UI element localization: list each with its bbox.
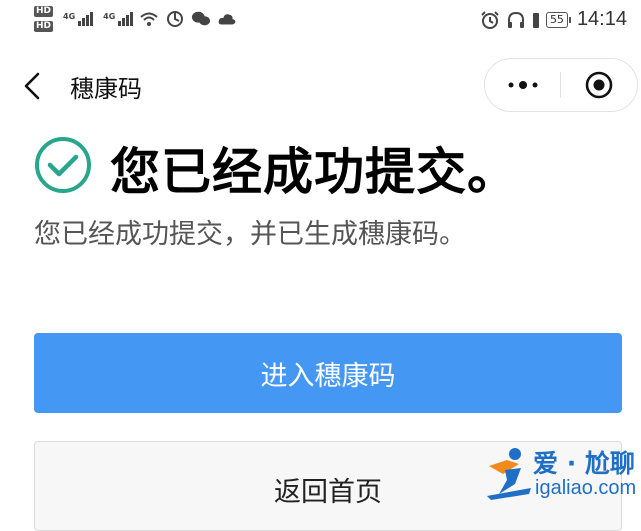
success-description: 您已经成功提交，并已生成穗康码。 — [34, 219, 466, 250]
status-bar: HD HD 4G 4G 55 14:14 — [0, 0, 641, 46]
charging-icon — [532, 12, 539, 28]
watermark-url: igaliao.com — [535, 477, 637, 499]
hd-badge: HD — [34, 6, 54, 17]
more-icon — [508, 81, 537, 89]
status-left: HD HD 4G 4G — [34, 6, 237, 32]
headphone-icon — [507, 11, 524, 28]
success-check-icon — [35, 137, 91, 193]
navigation-bar: 穗康码 — [0, 56, 641, 116]
mini-program-capsule — [484, 58, 638, 112]
network-type: 4G — [103, 12, 116, 21]
watermark: 爱 · 尬聊 igaliao.com — [485, 440, 637, 508]
netease-icon — [167, 11, 184, 27]
success-heading: 您已经成功提交。 — [110, 143, 518, 201]
battery-icon: 55 — [545, 11, 571, 28]
signal-icon: 4G — [63, 12, 94, 26]
close-mini-program-icon — [585, 71, 612, 99]
enter-health-code-button[interactable]: 进入穗康码 — [34, 333, 622, 413]
cloud-icon — [218, 14, 236, 25]
alarm-icon — [481, 10, 499, 29]
hd-badge: HD — [34, 21, 54, 32]
page-title: 穗康码 — [70, 75, 142, 103]
wifi-icon — [140, 12, 158, 26]
watermark-logo-icon — [487, 448, 531, 500]
network-type: 4G — [63, 12, 76, 21]
watermark-title: 爱 · 尬聊 — [533, 449, 635, 478]
wechat-icon — [192, 11, 211, 26]
close-mini-program-button[interactable] — [561, 59, 636, 111]
signal-icon: 4G — [103, 12, 134, 26]
back-icon[interactable] — [18, 70, 46, 102]
battery-level: 55 — [545, 11, 568, 28]
clock: 14:14 — [576, 8, 627, 30]
more-button[interactable] — [485, 59, 560, 111]
hd-indicators: HD HD — [34, 6, 54, 32]
status-right: 55 14:14 — [480, 8, 627, 31]
